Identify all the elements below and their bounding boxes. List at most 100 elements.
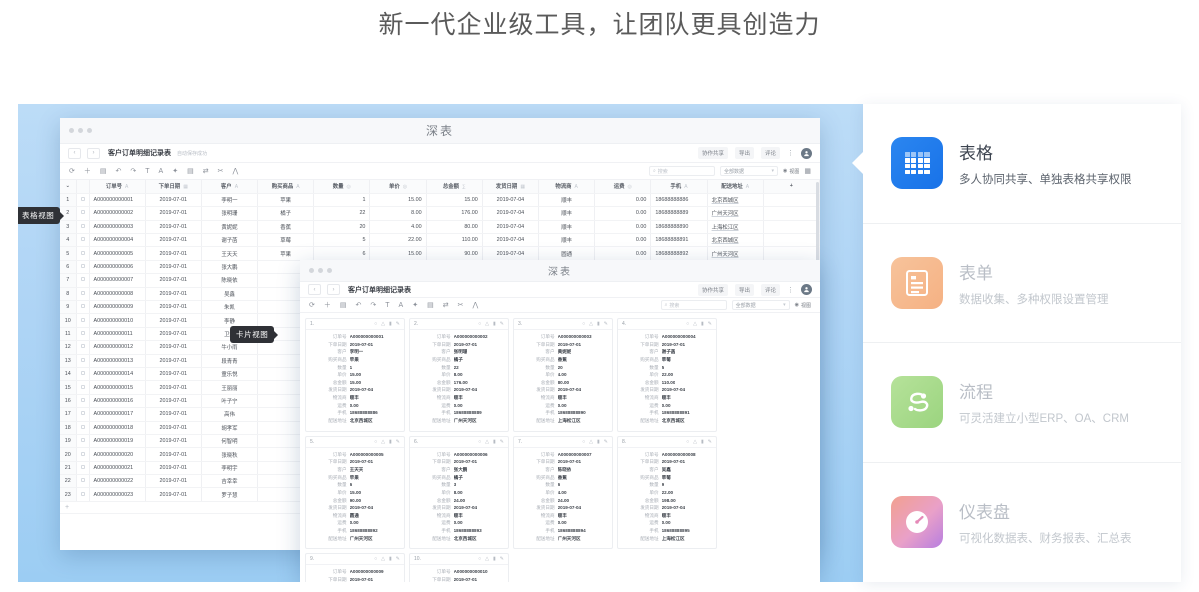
cell-customer[interactable]: 陈晓依 — [201, 273, 259, 288]
cell-date[interactable]: 2019-07-01 — [145, 434, 202, 449]
comment-icon[interactable]: ○ — [478, 321, 481, 327]
card-kebab-icon[interactable]: ⋮ — [787, 286, 794, 294]
card-field-value[interactable]: 0.00 — [454, 403, 463, 408]
card-field-value[interactable]: 18688888886 — [350, 410, 378, 415]
cell-order[interactable]: A000000000013 — [89, 354, 146, 368]
column-header-9[interactable]: 运费 ◎ — [594, 180, 652, 194]
feature-item-仪表盘[interactable]: 仪表盘 可视化数据表、财务报表、汇总表 — [863, 462, 1181, 582]
share-icon[interactable]: △ — [485, 556, 489, 562]
cell-order[interactable]: A000000000021 — [89, 461, 146, 476]
card-text-color-icon[interactable]: A — [399, 302, 404, 309]
card-field-value[interactable]: 黄妮妮 — [558, 349, 572, 354]
card-field-value[interactable]: 15.00 — [350, 490, 362, 495]
card-field-value[interactable]: 110.00 — [662, 380, 676, 385]
cell-customer[interactable]: 童乐悦 — [201, 367, 259, 382]
card-field-value[interactable]: 2019-07-01 — [350, 342, 374, 347]
cell-phone[interactable]: 18688888891 — [650, 233, 708, 248]
cell-price[interactable]: 8.00 — [369, 206, 427, 221]
delete-icon[interactable]: ▮ — [701, 321, 704, 327]
row-checkbox[interactable] — [76, 434, 90, 449]
cell-total[interactable]: 15.00 — [426, 193, 483, 208]
card-field-value[interactable]: 顺丰 — [350, 395, 359, 400]
card-field-value[interactable]: 圆通 — [350, 513, 359, 518]
card-field-value[interactable]: 18688888891 — [662, 410, 690, 415]
cell-addr[interactable]: 上海松江区 — [707, 220, 764, 235]
comment-icon[interactable]: ○ — [582, 321, 585, 327]
cell-product[interactable]: 苹果 — [257, 193, 315, 208]
record-card[interactable]: 1. ○ △ ▮ ✎ 订单号 A000000000001 下单日期 2019-07-01 客户 李明… — [305, 318, 405, 432]
kebab-icon[interactable]: ⋮ — [787, 149, 794, 157]
cell-product[interactable]: 橘子 — [257, 206, 315, 221]
card-field-value[interactable]: 2019-07-04 — [454, 387, 478, 392]
row-checkbox[interactable] — [76, 421, 90, 435]
cell-date[interactable]: 2019-07-01 — [145, 461, 202, 476]
cell-total[interactable]: 110.00 — [426, 233, 483, 248]
cell-qty[interactable]: 1 — [313, 193, 371, 208]
card-field-value[interactable]: 0.00 — [350, 403, 359, 408]
card-field-value[interactable]: 顺丰 — [454, 513, 463, 518]
cell-date[interactable]: 2019-07-01 — [145, 313, 202, 328]
edit-icon[interactable]: ✎ — [708, 321, 712, 327]
card-field-value[interactable]: 0.00 — [350, 520, 359, 525]
card-field-value[interactable]: 2019-07-01 — [350, 459, 374, 464]
cell-ship[interactable]: 2019-07-04 — [482, 233, 540, 248]
cell-order[interactable]: A000000000023 — [89, 487, 146, 502]
data-filter-select[interactable]: 全部数据 ▾ — [719, 166, 778, 176]
cell-date[interactable]: 2019-07-01 — [145, 394, 202, 409]
row-checkbox[interactable] — [76, 273, 90, 288]
card-field-value[interactable]: 2019-07-01 — [454, 342, 478, 347]
cell-customer[interactable]: 张大鹏 — [201, 260, 259, 275]
cell-customer[interactable]: 李明宇 — [201, 461, 259, 476]
cell-price[interactable]: 15.00 — [369, 246, 427, 261]
card-field-value[interactable]: 苹果 — [350, 475, 359, 480]
cell-order[interactable]: A000000000005 — [89, 246, 146, 261]
cell-customer[interactable]: 高伟 — [201, 407, 259, 422]
share-icon[interactable]: △ — [589, 321, 593, 327]
cell-date[interactable]: 2019-07-01 — [145, 246, 202, 261]
column-header-2[interactable]: 客户 A — [201, 180, 259, 194]
row-checkbox[interactable] — [76, 340, 90, 355]
cell-order[interactable]: A000000000006 — [89, 260, 146, 275]
cell-customer[interactable]: 王丽丽 — [201, 380, 259, 395]
card-field-value[interactable]: 吴鑫 — [662, 467, 671, 472]
card-field-value[interactable]: 15.00 — [350, 380, 362, 385]
card-field-value[interactable]: 顺丰 — [662, 513, 671, 518]
cell-order[interactable]: A000000000002 — [89, 206, 146, 221]
text-color-icon[interactable]: A — [159, 168, 164, 175]
edit-icon[interactable]: ✎ — [708, 439, 712, 445]
cell-date[interactable]: 2019-07-01 — [145, 354, 202, 368]
card-field-value[interactable]: 2019-07-01 — [558, 342, 582, 347]
card-field-value[interactable]: 8.00 — [454, 372, 463, 377]
row-checkbox[interactable] — [76, 206, 90, 221]
card-field-value[interactable]: 香蕉 — [558, 475, 567, 480]
cell-total[interactable]: 90.00 — [426, 246, 483, 261]
edit-icon[interactable]: ✎ — [604, 321, 608, 327]
column-header-4[interactable]: 数量 ◎ — [313, 180, 371, 194]
cell-fee[interactable]: 0.00 — [594, 193, 652, 208]
card-field-value[interactable]: 90.00 — [350, 498, 362, 503]
card-nav-back-button[interactable]: ‹ — [308, 284, 321, 295]
comment-icon[interactable]: ○ — [686, 439, 689, 445]
cell-carrier[interactable]: 顺丰 — [538, 233, 596, 248]
card-search-input[interactable]: ⌕ 搜索 — [660, 300, 727, 310]
row-checkbox[interactable] — [76, 354, 90, 368]
table-row[interactable]: 5 A000000000005 2019-07-01 王天天 苹果 6 15.00 90.00… — [60, 246, 820, 261]
card-filter-icon[interactable]: ⋀ — [472, 302, 478, 309]
card-field-value[interactable]: 2019-07-01 — [558, 459, 582, 464]
row-checkbox[interactable] — [76, 260, 90, 275]
edit-icon[interactable]: ✎ — [396, 321, 400, 327]
card-field-value[interactable]: 22.00 — [662, 372, 674, 377]
card-field-value[interactable]: 张明珊 — [454, 349, 468, 354]
cell-customer[interactable]: 吴鑫 — [201, 287, 259, 302]
card-field-value[interactable]: 李明一 — [350, 349, 364, 354]
paint-icon[interactable]: ✂ — [218, 168, 224, 175]
card-field-value[interactable]: 15.00 — [350, 372, 362, 377]
share-icon[interactable]: △ — [381, 439, 385, 445]
card-field-value[interactable]: 4.00 — [558, 372, 567, 377]
cell-ship[interactable]: 2019-07-04 — [482, 246, 540, 261]
cell-customer[interactable]: 谢子菡 — [201, 233, 259, 248]
delete-icon[interactable]: ▮ — [389, 556, 392, 562]
cell-order[interactable]: A000000000020 — [89, 447, 146, 462]
card-field-value[interactable]: 顺丰 — [454, 395, 463, 400]
comment-icon[interactable]: ○ — [374, 439, 377, 445]
